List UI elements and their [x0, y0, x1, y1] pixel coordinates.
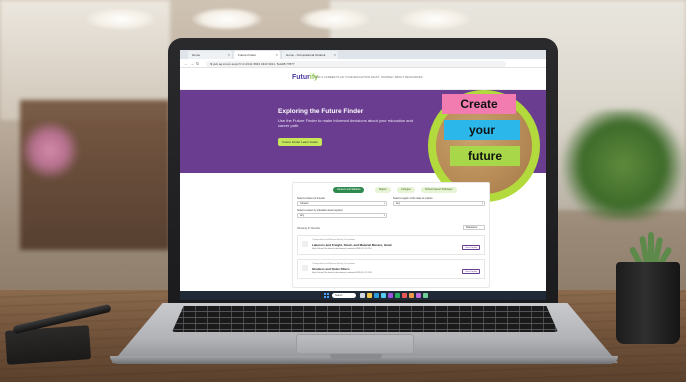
results-count: Showing 47 Results	[297, 227, 320, 230]
question-education-label: Select a career by education level requi…	[297, 209, 343, 212]
view-details-button[interactable]: View Details	[462, 269, 480, 274]
browser-tab-bar: Home × Future Finder × Home - Occupation…	[180, 50, 546, 59]
pill-careers[interactable]: Careers and Salaries	[333, 187, 365, 193]
taskbar-search[interactable]: Search	[332, 293, 356, 298]
chevron-down-icon: ▾	[383, 214, 385, 217]
app-icon[interactable]	[409, 293, 414, 298]
explorer-icon[interactable]	[367, 293, 372, 298]
chevron-down-icon: ▾	[481, 202, 483, 205]
occupation-icon	[302, 265, 308, 271]
store-icon[interactable]	[381, 293, 386, 298]
close-icon[interactable]: ×	[334, 51, 336, 59]
hero-description: Use the Future Finder to make informed d…	[278, 118, 413, 128]
select-value: Any	[396, 202, 401, 205]
plant-pot	[616, 262, 680, 344]
card-title: Laborers and Freight, Stock, and Materia…	[312, 243, 392, 247]
browser-url-bar: ← → ↻ fil.pub.ag.in/occ.aspx?c=3.4/111 6…	[180, 59, 546, 68]
finder-panel: Careers and Salaries Majors Colleges Sch…	[292, 182, 490, 288]
learn-guide-button[interactable]: Future Finder Learn Guide	[278, 138, 322, 146]
education-select[interactable]: Any ▾	[297, 213, 387, 218]
hero-title: Exploring the Future Finder	[278, 108, 364, 115]
photo-scene: Home × Future Finder × Home - Occupation…	[0, 0, 686, 382]
result-card[interactable]: Transportation and Material Moving Occup…	[297, 259, 485, 279]
select-value: Any	[300, 214, 305, 217]
close-icon[interactable]: ×	[228, 51, 230, 59]
background-flowers	[20, 120, 80, 180]
address-input[interactable]: fil.pub.ag.in/occ.aspx?c=3.4/111 6843 43…	[206, 60, 506, 67]
promo-word-future: future	[450, 146, 520, 166]
card-meta: High School No formal educational creden…	[312, 248, 372, 250]
windows-start-icon[interactable]	[324, 293, 329, 298]
laptop-notch	[330, 354, 382, 359]
chevron-down-icon: ▾	[383, 202, 385, 205]
laptop-trackpad	[296, 334, 414, 354]
tab-label: Future Finder	[238, 53, 257, 57]
app-icon[interactable]	[416, 293, 421, 298]
pill-colleges[interactable]: Colleges	[397, 187, 415, 193]
region-select[interactable]: Any ▾	[393, 201, 485, 206]
occupation-icon	[302, 241, 308, 247]
site-header: Futurify FIND A CAREER PLAN YOUR EDUCATI…	[180, 68, 546, 90]
browser-tab[interactable]: Home ×	[188, 51, 232, 59]
card-category: Transportation and Material Moving Occup…	[312, 263, 356, 265]
select-value: Careers	[300, 202, 309, 205]
taskview-icon[interactable]	[360, 293, 365, 298]
pill-majors[interactable]: Majors	[375, 187, 391, 193]
site-nav[interactable]: FIND A CAREER PLAN YOUR EDUCATION ADULT …	[314, 76, 423, 79]
promo-word-your: your	[444, 120, 520, 140]
os-taskbar: Search	[180, 291, 546, 300]
reload-icon[interactable]: ↻	[196, 59, 199, 68]
ceiling-lamp	[300, 8, 370, 30]
card-meta: High School No formal educational creden…	[312, 272, 372, 274]
keyboard-rows	[172, 306, 558, 332]
ceiling-lamp	[400, 8, 470, 30]
edge-icon[interactable]	[374, 293, 379, 298]
sort-select[interactable]: Relevance	[463, 225, 485, 230]
laptop-screen: Home × Future Finder × Home - Occupation…	[180, 50, 546, 300]
result-card[interactable]: Transportation and Material Moving Occup…	[297, 235, 485, 255]
tab-label: Home	[192, 53, 201, 57]
close-icon[interactable]: ×	[276, 51, 278, 59]
view-details-button[interactable]: View Details	[462, 245, 480, 250]
back-arrow-icon[interactable]: ←	[184, 59, 188, 68]
browser-tab-active[interactable]: Future Finder ×	[234, 51, 280, 59]
question-region-label: Select a region of the state to explore	[393, 197, 433, 200]
question-career-label: Select a Career of Interest	[297, 197, 325, 200]
career-select[interactable]: Careers ▾	[297, 201, 387, 206]
ceiling-lamp	[86, 8, 156, 30]
background-plant	[560, 110, 686, 220]
pill-pathways[interactable]: School Career Pathways	[421, 187, 457, 193]
tab-label: Home - Occupational Outlook	[286, 53, 326, 57]
chrome-icon[interactable]	[395, 293, 400, 298]
logo-main: Futur	[292, 74, 310, 81]
app-icon[interactable]	[402, 293, 407, 298]
mail-icon[interactable]	[388, 293, 393, 298]
app-icon[interactable]	[423, 293, 428, 298]
card-category: Transportation and Material Moving Occup…	[312, 239, 356, 241]
promo-word-create: Create	[442, 94, 516, 114]
ceiling-lamp	[192, 8, 262, 30]
card-title: Stockers and Order Fillers	[312, 267, 350, 271]
forward-arrow-icon[interactable]: →	[190, 59, 194, 68]
browser-tab[interactable]: Home - Occupational Outlook ×	[282, 51, 338, 59]
